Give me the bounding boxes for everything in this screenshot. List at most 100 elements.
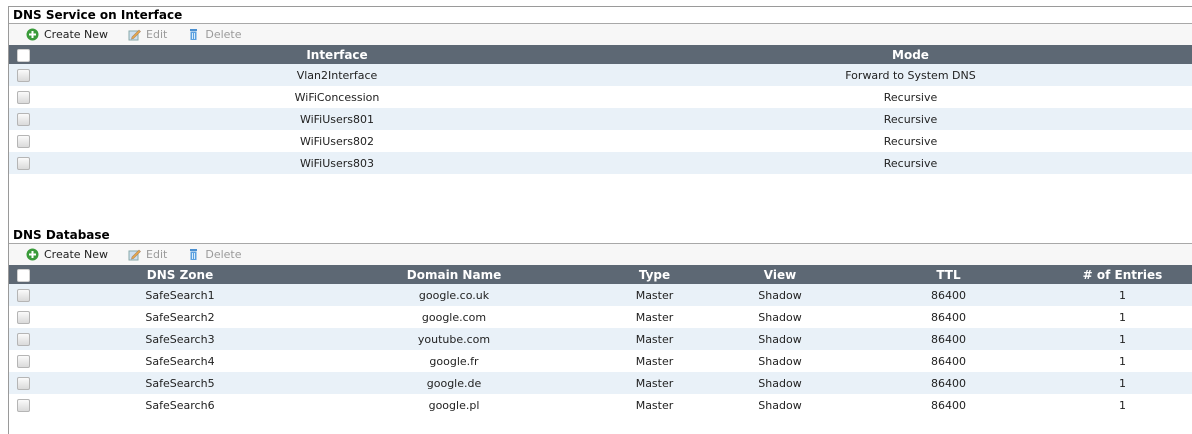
row-checkbox[interactable] [17, 354, 30, 368]
view-cell: Shadow [758, 332, 802, 346]
domain-cell: google.fr [429, 354, 479, 368]
row-checkbox[interactable] [17, 90, 30, 104]
interface-cell: Vlan2Interface [296, 68, 378, 82]
create-new-button[interactable]: Create New [26, 28, 108, 41]
delete-button[interactable]: Delete [187, 248, 242, 261]
delete-label: Delete [205, 248, 242, 261]
view-cell: Shadow [758, 288, 802, 302]
ttl-cell: 86400 [931, 310, 966, 324]
row-checkbox[interactable] [17, 288, 30, 302]
domain-cell: google.com [421, 310, 487, 324]
entries-cell: 1 [1119, 288, 1126, 302]
column-header-view[interactable]: View [716, 265, 844, 284]
add-icon [26, 248, 39, 261]
row-checkbox[interactable] [17, 398, 30, 412]
zone-cell: SafeSearch3 [145, 332, 215, 346]
zone-cell: SafeSearch4 [145, 354, 215, 368]
edit-button[interactable]: Edit [128, 248, 167, 261]
trash-icon [187, 28, 200, 41]
mode-cell: Forward to System DNS [845, 68, 976, 82]
type-cell: Master [635, 288, 674, 302]
dns-service-section: DNS Service on Interface Create New Edit… [9, 7, 1192, 186]
column-header-interface[interactable]: Interface [45, 45, 629, 64]
interface-cell: WiFiConcession [294, 90, 380, 104]
mode-cell: Recursive [883, 112, 938, 126]
toolbar: Create New Edit Delete [9, 244, 1192, 265]
row-checkbox[interactable] [17, 156, 30, 170]
table-row[interactable]: SafeSearch5 google.de Master Shadow 8640… [9, 372, 1192, 394]
column-header-dns-zone[interactable]: DNS Zone [45, 265, 315, 284]
trash-icon [187, 248, 200, 261]
table-row[interactable]: SafeSearch2 google.com Master Shadow 864… [9, 306, 1192, 328]
edit-icon [128, 248, 141, 261]
toolbar: Create New Edit Delete [9, 24, 1192, 45]
create-new-label: Create New [44, 28, 109, 41]
column-header-entries[interactable]: # of Entries [1053, 265, 1192, 284]
dns-database-section: DNS Database Create New Edit Delete DNS … [9, 227, 1192, 416]
domain-cell: youtube.com [417, 332, 491, 346]
table-row[interactable]: WiFiUsers802 Recursive [9, 130, 1192, 152]
edit-button[interactable]: Edit [128, 28, 167, 41]
row-checkbox[interactable] [17, 376, 30, 390]
column-header-mode[interactable]: Mode [629, 45, 1192, 64]
delete-button[interactable]: Delete [187, 28, 242, 41]
zone-cell: SafeSearch5 [145, 376, 215, 390]
view-cell: Shadow [758, 354, 802, 368]
zone-cell: SafeSearch2 [145, 310, 215, 324]
type-cell: Master [635, 398, 674, 412]
interface-table: Interface Mode Vlan2Interface Forward to… [9, 45, 1192, 186]
select-all-checkbox[interactable] [17, 48, 30, 62]
edit-label: Edit [146, 28, 168, 41]
column-header-ttl[interactable]: TTL [844, 265, 1053, 284]
table-row[interactable]: SafeSearch6 google.pl Master Shadow 8640… [9, 394, 1192, 416]
row-checkbox[interactable] [17, 332, 30, 346]
domain-cell: google.de [426, 376, 482, 390]
mode-cell: Recursive [883, 90, 938, 104]
ttl-cell: 86400 [931, 332, 966, 346]
entries-cell: 1 [1119, 398, 1126, 412]
type-cell: Master [635, 376, 674, 390]
interface-cell: WiFiUsers802 [299, 134, 375, 148]
table-row[interactable]: SafeSearch4 google.fr Master Shadow 8640… [9, 350, 1192, 372]
entries-cell: 1 [1119, 310, 1126, 324]
table-row[interactable]: Vlan2Interface Forward to System DNS [9, 64, 1192, 86]
view-cell: Shadow [758, 398, 802, 412]
row-checkbox[interactable] [17, 134, 30, 148]
row-checkbox[interactable] [17, 68, 30, 82]
entries-cell: 1 [1119, 376, 1126, 390]
entries-cell: 1 [1119, 332, 1126, 346]
ttl-cell: 86400 [931, 354, 966, 368]
table-header-row: DNS Zone Domain Name Type View TTL # of … [9, 265, 1192, 284]
domain-cell: google.co.uk [418, 288, 490, 302]
view-cell: Shadow [758, 376, 802, 390]
select-all-checkbox[interactable] [17, 268, 30, 282]
column-header-type[interactable]: Type [593, 265, 716, 284]
ttl-cell: 86400 [931, 398, 966, 412]
database-table: DNS Zone Domain Name Type View TTL # of … [9, 265, 1192, 416]
create-new-button[interactable]: Create New [26, 248, 108, 261]
table-row[interactable]: WiFiConcession Recursive [9, 86, 1192, 108]
edit-icon [128, 28, 141, 41]
section-title: DNS Service on Interface [9, 7, 1192, 24]
zone-cell: SafeSearch6 [145, 398, 215, 412]
column-header-domain-name[interactable]: Domain Name [315, 265, 593, 284]
add-icon [26, 28, 39, 41]
entries-cell: 1 [1119, 354, 1126, 368]
section-title: DNS Database [9, 227, 1192, 244]
domain-cell: google.pl [428, 398, 480, 412]
create-new-label: Create New [44, 248, 109, 261]
table-row[interactable]: WiFiUsers801 Recursive [9, 108, 1192, 130]
type-cell: Master [635, 332, 674, 346]
interface-cell: WiFiUsers803 [299, 156, 375, 170]
table-row[interactable]: WiFiUsers803 Recursive [9, 152, 1192, 174]
mode-cell: Recursive [883, 134, 938, 148]
table-row[interactable]: SafeSearch3 youtube.com Master Shadow 86… [9, 328, 1192, 350]
row-checkbox[interactable] [17, 112, 30, 126]
table-spacer [9, 174, 1192, 186]
mode-cell: Recursive [883, 156, 938, 170]
table-row[interactable]: SafeSearch1 google.co.uk Master Shadow 8… [9, 284, 1192, 306]
table-header-row: Interface Mode [9, 45, 1192, 64]
row-checkbox[interactable] [17, 310, 30, 324]
edit-label: Edit [146, 248, 168, 261]
view-cell: Shadow [758, 310, 802, 324]
